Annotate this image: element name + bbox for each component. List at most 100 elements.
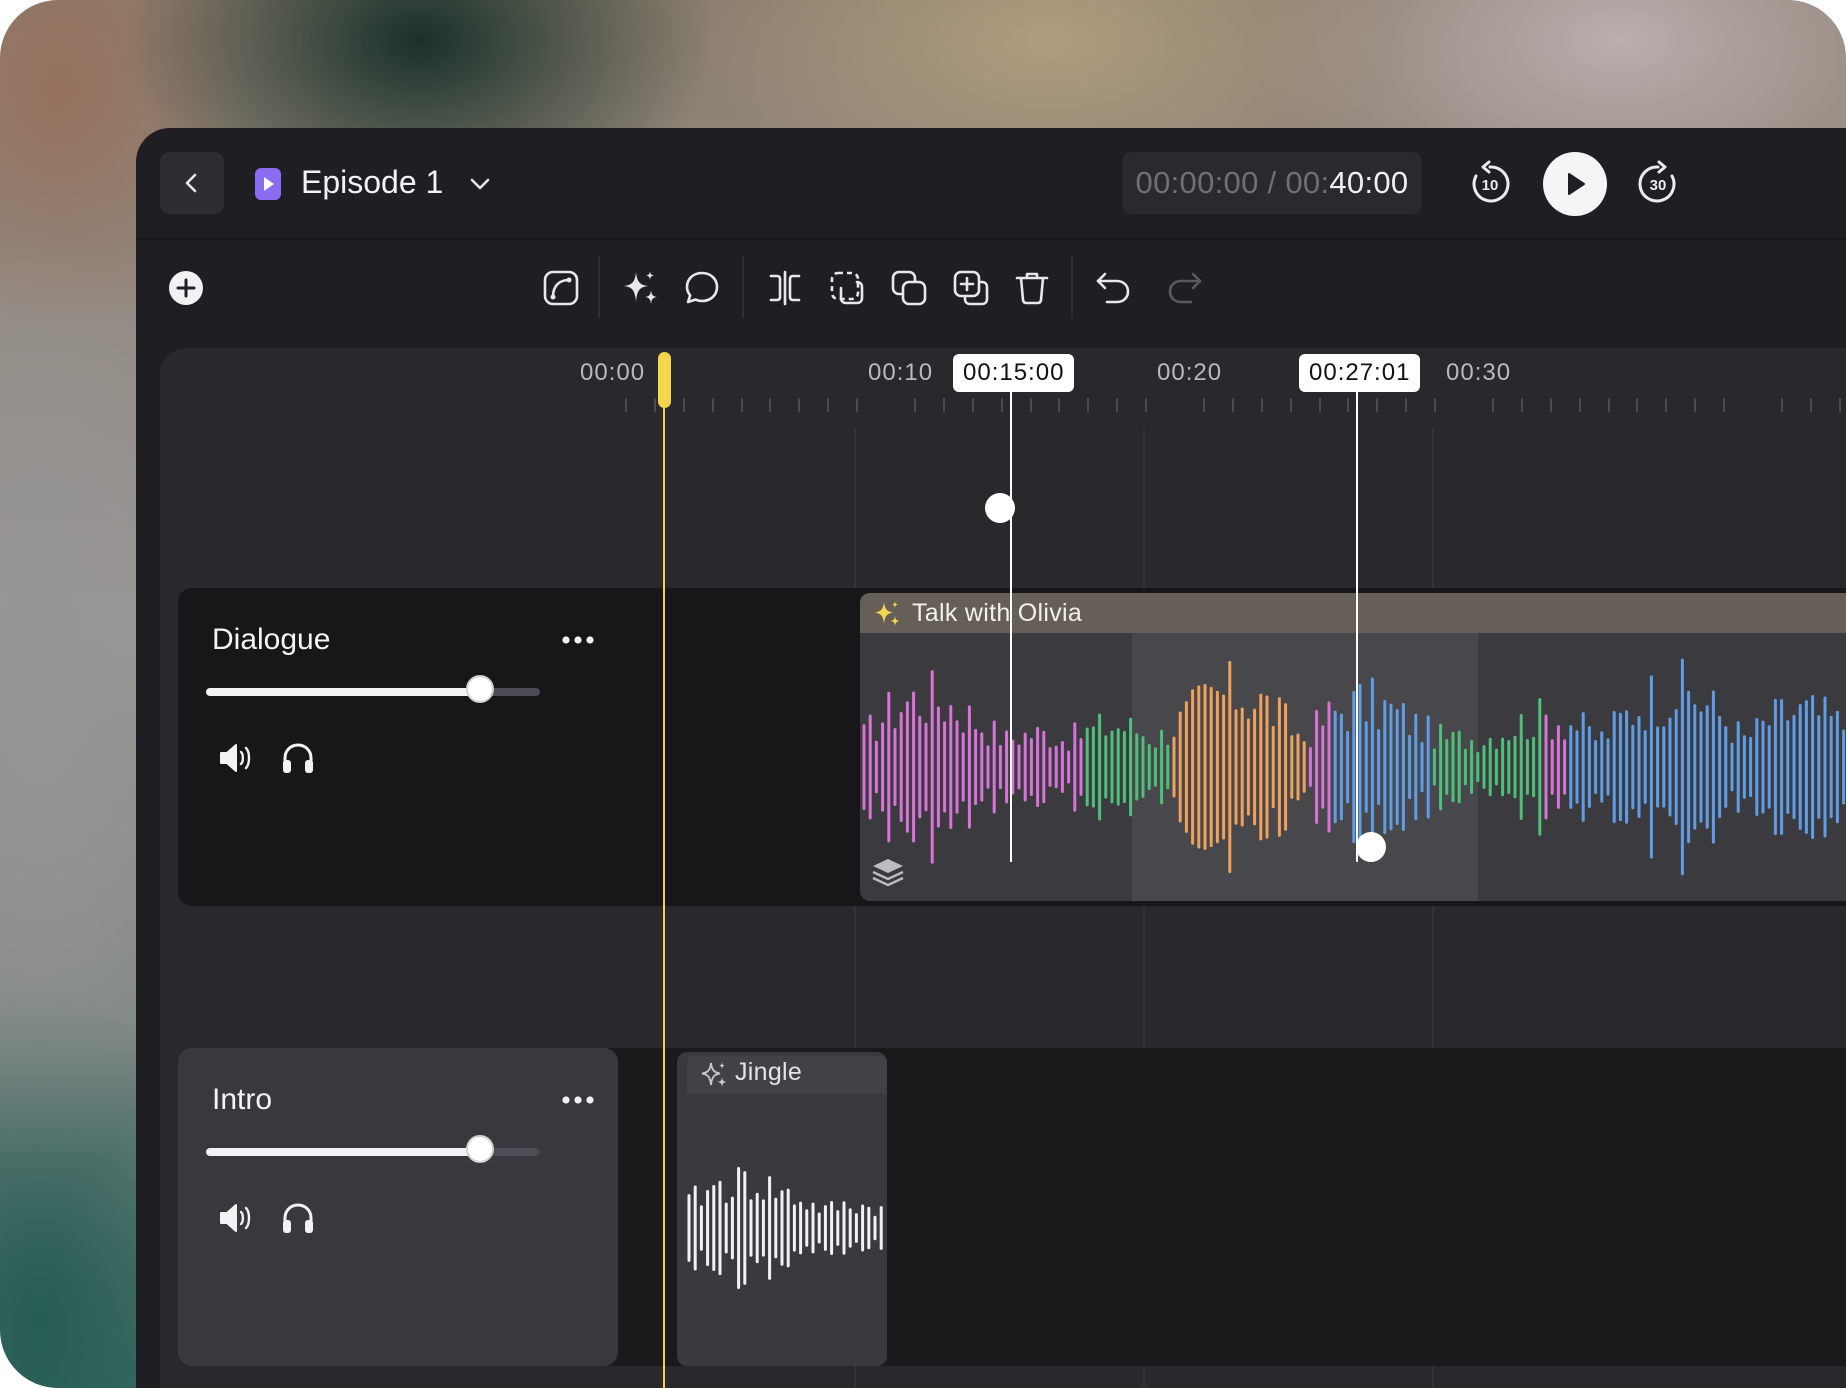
ruler-tick [1116, 398, 1118, 412]
timecode-total-prefix: 00: [1285, 165, 1330, 200]
trash-icon [1015, 272, 1049, 305]
project-play-icon [254, 166, 282, 202]
ruler-tick [1145, 398, 1147, 412]
ruler-tick [741, 398, 743, 412]
ruler-tick [1376, 398, 1378, 412]
layers-icon[interactable] [870, 855, 906, 891]
ruler-label: 00:30 [1446, 359, 1512, 386]
plus-circle-icon [169, 271, 203, 305]
curve-tool-icon [543, 270, 579, 306]
ruler-tick [1810, 398, 1812, 412]
ruler-tick [1405, 398, 1407, 412]
ruler-tick [1579, 398, 1581, 412]
timecode-separator: / [1258, 165, 1286, 200]
audio-editor-window: Episode 1 00:00:00 / 00:40:00 10 30 00:0… [136, 128, 1846, 1388]
track-menu-button[interactable] [558, 622, 598, 658]
dialogue-waveform [862, 658, 1846, 876]
forward-seconds: 30 [1650, 177, 1667, 194]
rewind-10-button[interactable]: 10 [1466, 160, 1514, 208]
ruler-label: 00:10 [868, 359, 934, 386]
select-region-button[interactable] [823, 264, 871, 312]
rewind-seconds: 10 [1482, 177, 1499, 194]
ruler-tick [1030, 398, 1032, 412]
playhead-line [663, 398, 665, 1388]
magic-sparkle-icon [624, 271, 657, 304]
select-region-icon [830, 271, 864, 305]
chevron-left-icon [185, 173, 197, 193]
ruler-tick [1665, 398, 1667, 412]
headphones-icon [283, 743, 313, 773]
add-track-button[interactable] [166, 268, 206, 308]
delete-button[interactable] [1008, 264, 1056, 312]
project-title[interactable]: Episode 1 [301, 162, 443, 202]
track-header-intro: Intro [178, 1048, 618, 1366]
speaker-icon [220, 1204, 251, 1232]
undo-button[interactable] [1089, 264, 1137, 312]
back-button[interactable] [160, 152, 224, 214]
selection-end-handle[interactable] [1356, 832, 1386, 862]
comment-button[interactable] [678, 264, 726, 312]
track-name: Intro [212, 1083, 273, 1116]
undo-icon [1096, 272, 1130, 304]
comment-icon [685, 271, 719, 304]
selection-start-handle[interactable] [985, 493, 1015, 523]
track-menu-button[interactable] [558, 1082, 598, 1118]
ruler-label: 00:20 [1157, 359, 1223, 386]
curve-tool-button[interactable] [537, 264, 585, 312]
mute-button[interactable] [214, 738, 258, 778]
add-copy-button[interactable] [947, 264, 995, 312]
ruler-tick [914, 398, 916, 412]
ruler-tick [1492, 398, 1494, 412]
redo-button[interactable] [1161, 264, 1209, 312]
toolbar-separator [1071, 256, 1073, 318]
chevron-down-icon[interactable] [464, 168, 496, 200]
play-button[interactable] [1543, 152, 1607, 216]
ruler-tick [1290, 398, 1292, 412]
ruler-tick [856, 398, 858, 412]
track-name: Dialogue [212, 623, 331, 656]
track-header-dialogue: Dialogue [178, 588, 618, 906]
volume-fill [206, 688, 480, 696]
ruler-label: 00:00 [580, 359, 646, 386]
toolbar-separator [742, 256, 744, 318]
play-icon [1568, 173, 1585, 195]
intro-waveform [687, 1166, 883, 1290]
ai-enhance-button[interactable] [616, 264, 664, 312]
split-button[interactable] [761, 264, 809, 312]
clip-talk-with-olivia[interactable]: Talk with Olivia [860, 593, 1846, 901]
headphones-button[interactable] [276, 1198, 320, 1238]
selection-end-line [1356, 388, 1358, 862]
ruler-tick [1694, 398, 1696, 412]
ruler-tick [1521, 398, 1523, 412]
playhead-handle[interactable] [658, 352, 671, 408]
ruler-tick [1608, 398, 1610, 412]
ruler-tick [654, 398, 656, 412]
ruler-tick [1232, 398, 1234, 412]
mute-button[interactable] [214, 1198, 258, 1238]
selection-start-label[interactable]: 00:15:00 [953, 354, 1075, 392]
ruler-tick [1087, 398, 1089, 412]
volume-slider-handle[interactable] [465, 675, 494, 703]
ruler-tick [1001, 398, 1003, 412]
clip-jingle[interactable]: Jingle [677, 1052, 887, 1366]
volume-slider-handle[interactable] [465, 1135, 494, 1163]
timecode-display: 00:00:00 / 00:40:00 [1122, 152, 1422, 214]
timecode-current: 00:00:00 [1135, 165, 1259, 200]
forward-30-button[interactable]: 30 [1634, 160, 1682, 208]
speaker-icon [220, 744, 251, 772]
ruler-tick [1636, 398, 1638, 412]
toolbar-separator [598, 256, 600, 318]
selection-end-label[interactable]: 00:27:01 [1299, 354, 1421, 392]
forward-icon: 30 [1638, 160, 1676, 203]
ruler-tick [1203, 398, 1205, 412]
split-icon [769, 270, 801, 306]
headphones-button[interactable] [276, 738, 320, 778]
more-dots-icon [562, 1096, 594, 1104]
duplicate-button[interactable] [885, 264, 933, 312]
ruler-tick [1550, 398, 1552, 412]
rewind-icon: 10 [1472, 160, 1510, 203]
ruler-tick [1723, 398, 1725, 412]
ruler-tick [625, 398, 627, 412]
selection-start-line [1010, 388, 1012, 862]
ruler-tick [943, 398, 945, 412]
